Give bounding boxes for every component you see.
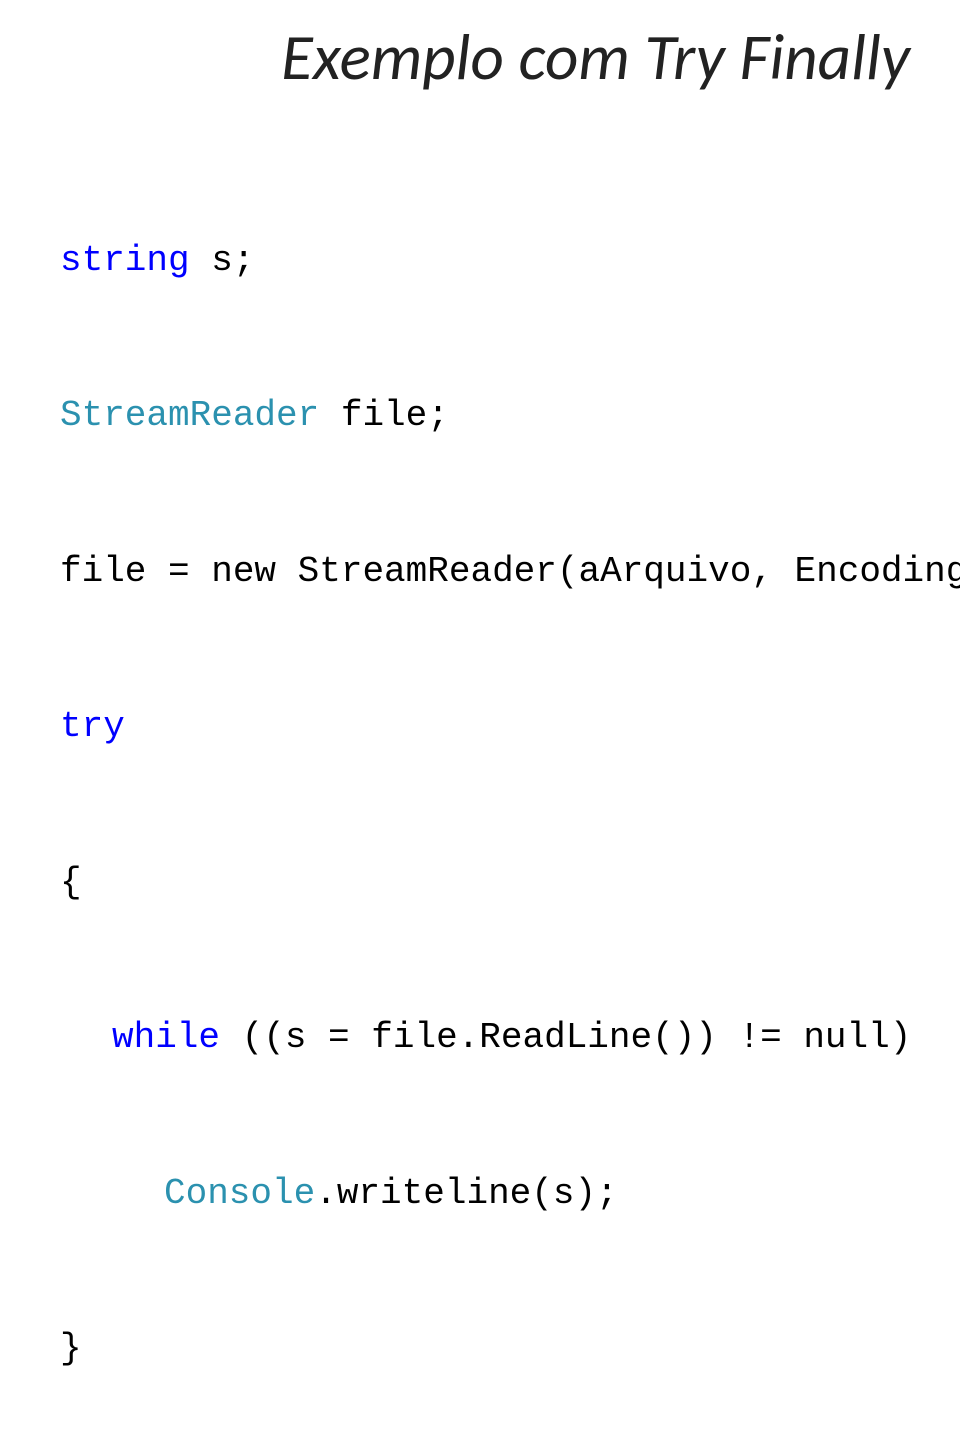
code-line: try bbox=[60, 701, 920, 753]
code-line: Console.writeline(s); bbox=[60, 1168, 920, 1220]
code-line: string s; bbox=[60, 235, 920, 287]
code-line: StreamReader file; bbox=[60, 390, 920, 442]
code-text: file; bbox=[319, 395, 449, 436]
type-console: Console bbox=[164, 1173, 315, 1214]
keyword-string: string bbox=[60, 240, 190, 281]
slide-title: Exemplo com Try Finally bbox=[60, 18, 920, 97]
code-block: string s; StreamReader file; file = new … bbox=[60, 131, 920, 1454]
code-text: s; bbox=[190, 240, 255, 281]
code-text: .writeline(s); bbox=[315, 1173, 617, 1214]
type-streamreader: StreamReader bbox=[60, 395, 319, 436]
code-line: { bbox=[60, 857, 920, 909]
slide-container: Exemplo com Try Finally string s; Stream… bbox=[0, 0, 960, 727]
code-line: } bbox=[60, 1323, 920, 1375]
code-line: while ((s = file.ReadLine()) != null) bbox=[60, 1012, 920, 1064]
code-line: file = new StreamReader(aArquivo, Encodi… bbox=[60, 546, 920, 598]
code-text: ((s = file.ReadLine()) != null) bbox=[220, 1017, 911, 1058]
keyword-while: while bbox=[112, 1017, 220, 1058]
